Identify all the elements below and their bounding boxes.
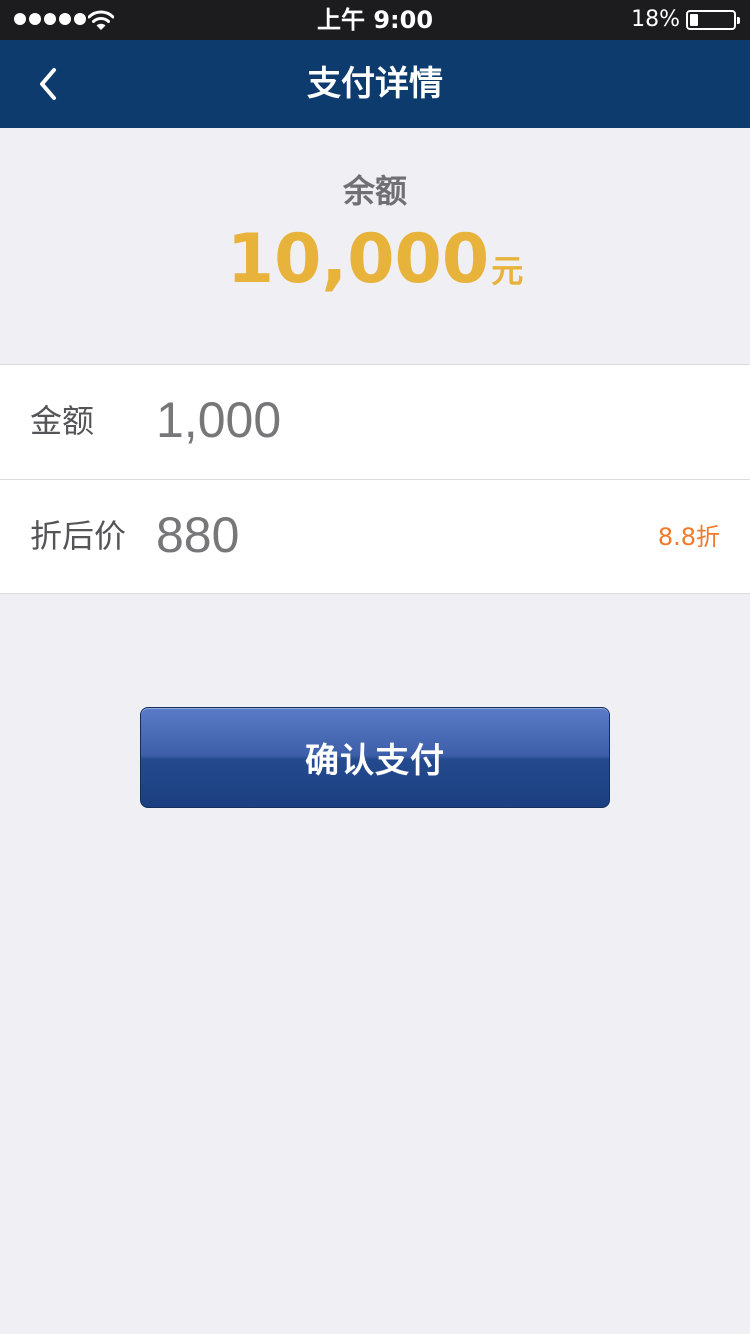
battery-icon bbox=[686, 10, 740, 30]
amount-row[interactable]: 金额 1,000 bbox=[0, 365, 750, 479]
balance-unit: 元 bbox=[491, 252, 524, 290]
amount-label: 金额 bbox=[30, 402, 95, 440]
amount-input[interactable]: 1,000 bbox=[156, 365, 281, 479]
page-title: 支付详情 bbox=[307, 64, 443, 104]
confirm-payment-button[interactable]: 确认支付 bbox=[140, 707, 610, 808]
discounted-price-value: 880 bbox=[156, 507, 240, 563]
discount-rate-badge: 8.8折 bbox=[657, 523, 720, 551]
balance-amount: 10,000 bbox=[226, 220, 490, 299]
battery-level-fill bbox=[690, 14, 698, 26]
payment-detail-screen: 上午 9:00 18% 支付详情 余额 10,000 元 金额 1,000 折后… bbox=[0, 0, 750, 1334]
balance-label: 余额 bbox=[342, 172, 407, 210]
discounted-price-row: 折后价 880 8.8折 bbox=[0, 479, 750, 593]
back-button[interactable] bbox=[18, 54, 78, 114]
status-bar: 上午 9:00 18% bbox=[0, 0, 750, 40]
balance-amount-row: 10,000 元 bbox=[0, 220, 750, 300]
battery-percentage: 18% bbox=[631, 7, 680, 32]
balance-section: 余额 10,000 元 bbox=[0, 128, 750, 364]
payment-form: 金额 1,000 折后价 880 8.8折 bbox=[0, 364, 750, 594]
navigation-bar: 支付详情 bbox=[0, 40, 750, 128]
chevron-left-icon bbox=[40, 68, 56, 100]
discounted-price-label: 折后价 bbox=[30, 517, 127, 555]
